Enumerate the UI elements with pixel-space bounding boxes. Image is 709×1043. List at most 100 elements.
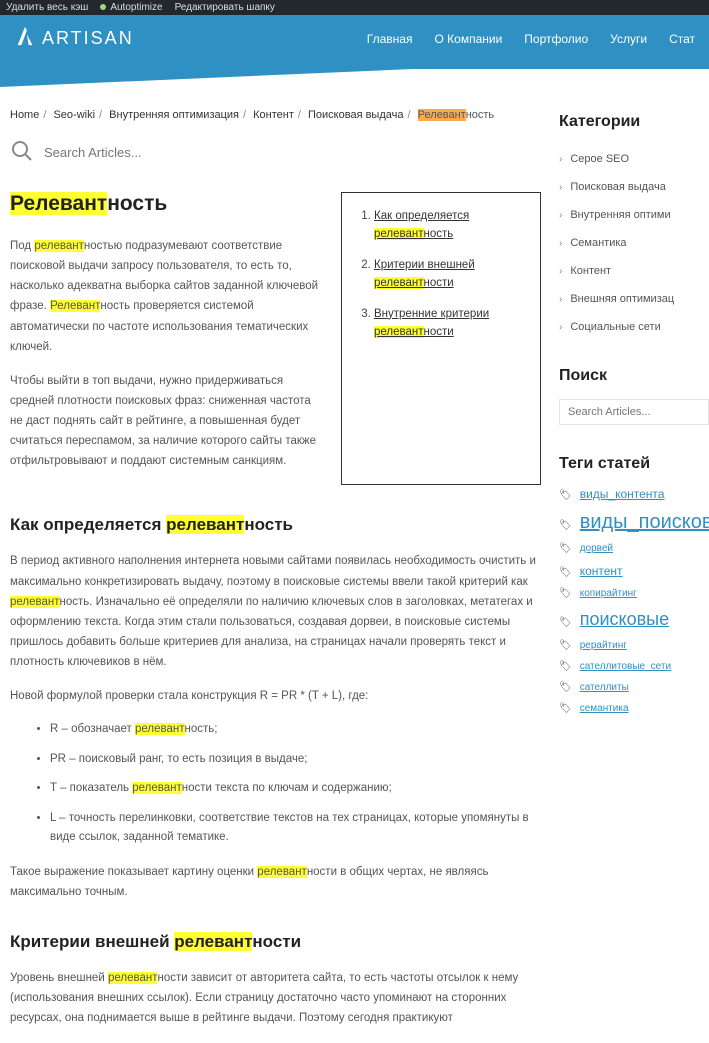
tag-icon: 🏷 xyxy=(559,567,572,578)
category-label: Поисковая выдача xyxy=(570,181,665,193)
category-item[interactable]: › Контент xyxy=(559,257,709,285)
sidebar-search-input[interactable] xyxy=(559,399,709,425)
tag-item: 🏷 семантика xyxy=(559,703,709,714)
tag-icon: 🏷 xyxy=(559,543,572,554)
tag-icon: 🏷 xyxy=(559,617,572,628)
category-label: Внешняя оптимизац xyxy=(570,293,674,305)
category-item[interactable]: › Семантика xyxy=(559,229,709,257)
page-title: Релевантность xyxy=(10,192,321,216)
nav-portfolio[interactable]: Портфолио xyxy=(524,32,588,46)
list-item: T – показатель релевантности текста по к… xyxy=(50,779,541,799)
tag-item: 🏷 сателлиты xyxy=(559,682,709,693)
nav-home[interactable]: Главная xyxy=(367,32,413,46)
list-item: R – обозначает релевантность; xyxy=(50,720,541,740)
tag-item: 🏷 виды_контента xyxy=(559,487,709,501)
search-row xyxy=(10,139,541,166)
h2-external-criteria: Критерии внешней релевантности xyxy=(10,932,541,952)
table-of-contents: Как определяется релевантность Критерии … xyxy=(341,192,541,485)
sec1-p3: Такое выражение показывает картину оценк… xyxy=(10,862,541,902)
category-label: Контент xyxy=(570,265,611,277)
crumb-current: Релевантность xyxy=(418,109,495,121)
tag-item: 🏷 дорвей xyxy=(559,543,709,554)
chevron-right-icon: › xyxy=(559,210,562,221)
logo-text: ARTISAN xyxy=(42,28,134,49)
list-item: PR – поисковый ранг, то есть позиция в в… xyxy=(50,750,541,770)
nav-services[interactable]: Услуги xyxy=(610,32,647,46)
h2-how-determined: Как определяется релевантность xyxy=(10,515,541,535)
chevron-right-icon: › xyxy=(559,238,562,249)
chevron-right-icon: › xyxy=(559,154,562,165)
list-item: L – точность перелинковки, соответствие … xyxy=(50,809,541,848)
admin-clear-cache[interactable]: Удалить весь кэш xyxy=(6,2,88,13)
tag-link[interactable]: рерайтинг xyxy=(580,640,627,651)
sidebar: Категории › Серое SEO › Поисковая выдача › Вн… xyxy=(559,109,709,1043)
tag-icon: 🏷 xyxy=(559,490,572,501)
main-content: Home/ Seo-wiki/ Внутренняя оптимизация/ … xyxy=(10,109,541,1043)
main-nav: Главная О Компании Портфолио Услуги Стат xyxy=(367,32,695,46)
tag-link[interactable]: семантика xyxy=(580,703,629,714)
tag-link[interactable]: виды_контента xyxy=(580,487,665,501)
admin-edit-header[interactable]: Редактировать шапку xyxy=(175,2,275,13)
search-icon xyxy=(10,139,34,166)
tag-item: 🏷 рерайтинг xyxy=(559,640,709,651)
category-item[interactable]: ›Социальные сети xyxy=(559,313,709,341)
tag-item: 🏷 поисковые xyxy=(559,609,709,630)
toc-link-1[interactable]: Как определяется релевантность xyxy=(374,210,469,240)
tag-icon: 🏷 xyxy=(559,640,572,651)
sidebar-search-title: Поиск xyxy=(559,367,709,385)
category-item[interactable]: › Поисковая выдача xyxy=(559,173,709,201)
chevron-right-icon: › xyxy=(559,294,562,305)
tag-link[interactable]: виды_поисковых запросов xyxy=(580,511,709,533)
toc-link-3[interactable]: Внутренние критерии релевантности xyxy=(374,308,489,338)
tag-item: 🏷 копирайтинг xyxy=(559,588,709,599)
logo[interactable]: ARTISAN xyxy=(14,25,134,52)
nav-about[interactable]: О Компании xyxy=(434,32,502,46)
category-label: Социальные сети xyxy=(570,321,660,333)
tag-link[interactable]: контент xyxy=(580,564,623,578)
tag-list: 🏷 виды_контента 🏷 виды_поисковых запросов 🏷 д… xyxy=(559,487,709,714)
category-item[interactable]: › Внутренняя оптими xyxy=(559,201,709,229)
formula-list: R – обозначает релевантность; PR – поиск… xyxy=(10,720,541,848)
nav-articles[interactable]: Стат xyxy=(669,32,695,46)
toc-link-2[interactable]: Критерии внешней релевантности xyxy=(374,259,475,289)
sidebar-categories-title: Категории xyxy=(559,113,709,131)
intro-p1: Под релевантностью подразумевают соответ… xyxy=(10,236,321,357)
tag-icon: 🏷 xyxy=(559,520,572,531)
chevron-right-icon: › xyxy=(559,182,562,193)
tag-link[interactable]: копирайтинг xyxy=(580,588,637,599)
crumb-serp[interactable]: Поисковая выдача xyxy=(308,109,403,121)
sec2-p1: Уровень внешней релевантности зависит от… xyxy=(10,968,541,1028)
category-item[interactable]: › Внешняя оптимизац xyxy=(559,285,709,313)
admin-bar: Удалить весь кэш Autoptimize Редактирова… xyxy=(0,0,709,15)
site-header: ARTISAN Главная О Компании Портфолио Усл… xyxy=(0,15,709,69)
sec1-p1: В период активного наполнения интернета … xyxy=(10,551,541,672)
category-item[interactable]: › Серое SEO xyxy=(559,145,709,173)
tag-icon: 🏷 xyxy=(559,703,572,714)
tag-link[interactable]: поисковые xyxy=(580,609,669,630)
tag-item: 🏷 контент xyxy=(559,564,709,578)
crumb-seowiki[interactable]: Seo-wiki xyxy=(53,109,95,121)
intro-p2: Чтобы выйти в топ выдачи, нужно придержи… xyxy=(10,371,321,472)
chevron-right-icon: › xyxy=(559,266,562,277)
tag-item: 🏷 сателлитовые_сети xyxy=(559,661,709,672)
tag-link[interactable]: сателлиты xyxy=(580,682,629,693)
tag-item: 🏷 виды_поисковых запросов xyxy=(559,511,709,533)
tag-link[interactable]: дорвей xyxy=(580,543,613,554)
tag-icon: 🏷 xyxy=(559,682,572,693)
category-label: Серое SEO xyxy=(570,153,629,165)
sec1-p2: Новой формулой проверки стала конструкци… xyxy=(10,686,541,706)
crumb-home[interactable]: Home xyxy=(10,109,39,121)
tag-icon: 🏷 xyxy=(559,661,572,672)
crumb-internal[interactable]: Внутренняя оптимизация xyxy=(109,109,239,121)
tag-link[interactable]: сателлитовые_сети xyxy=(580,661,671,672)
category-label: Внутренняя оптими xyxy=(570,209,670,221)
category-label: Семантика xyxy=(570,237,626,249)
sidebar-tags-title: Теги статей xyxy=(559,455,709,473)
logo-icon xyxy=(14,25,36,52)
admin-autoptimize[interactable]: Autoptimize xyxy=(100,2,162,13)
search-input[interactable] xyxy=(44,141,541,164)
category-list: › Серое SEO › Поисковая выдача › Внутренняя о… xyxy=(559,145,709,341)
breadcrumb: Home/ Seo-wiki/ Внутренняя оптимизация/ … xyxy=(10,109,541,121)
crumb-content[interactable]: Контент xyxy=(253,109,294,121)
tag-icon: 🏷 xyxy=(559,588,572,599)
